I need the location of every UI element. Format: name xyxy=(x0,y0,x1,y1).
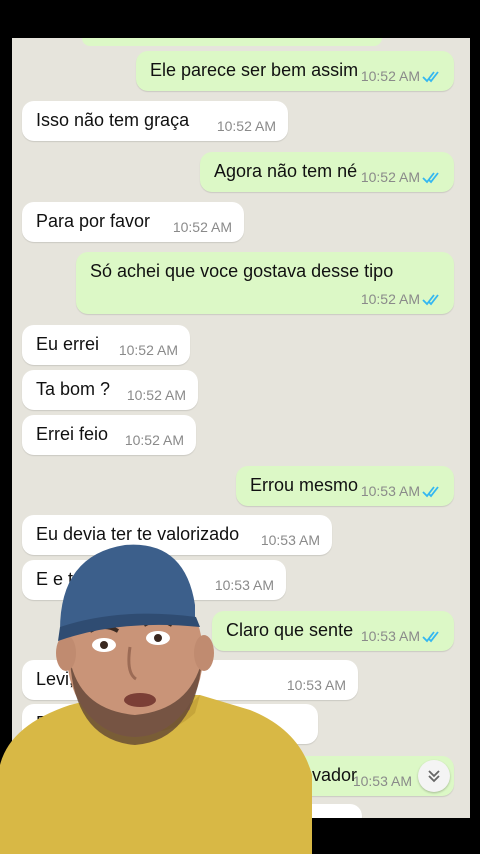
message-bubble-incoming[interactable]: Isso não tem graça 10:52 AM xyxy=(22,101,288,141)
message-bubble-outgoing[interactable]: Só achei que voce gostava desse tipo 10:… xyxy=(76,252,454,314)
message-time: 10:52 AM xyxy=(360,291,420,307)
message-text: Só achei que voce gostava desse tipo xyxy=(90,261,394,281)
double-check-icon xyxy=(422,486,439,498)
message-time: 10:52 AM xyxy=(118,342,178,358)
message-time: 10:52 AM xyxy=(126,387,186,403)
message-bubble-incoming[interactable]: Ta bom ? 10:52 AM xyxy=(22,370,198,410)
message-bubble-outgoing[interactable]: Agora não tem né 10:52 AM xyxy=(200,152,454,192)
message-time: 10:53 AM xyxy=(352,773,412,789)
double-check-icon xyxy=(422,172,439,184)
message-time: 10:52 AM xyxy=(360,169,420,185)
previous-message-edge xyxy=(82,38,382,46)
message-bubble-incoming[interactable]: Eu errei 10:52 AM xyxy=(22,325,190,365)
double-check-icon xyxy=(422,71,439,83)
double-check-icon xyxy=(422,631,439,643)
message-text: Isso não tem graça xyxy=(36,110,190,130)
message-time: 10:52 AM xyxy=(216,118,276,134)
message-time: 10:52 AM xyxy=(124,432,184,448)
message-time: 10:53 AM xyxy=(360,483,420,499)
message-time: 10:52 AM xyxy=(360,68,420,84)
message-text: Agora não tem né xyxy=(214,161,358,181)
message-time: 10:53 AM xyxy=(360,628,420,644)
message-text: Eu errei xyxy=(36,334,100,354)
message-bubble-outgoing[interactable]: Errou mesmo 10:53 AM xyxy=(236,466,454,506)
message-text: Ele parece ser bem assim xyxy=(150,60,359,80)
message-text: Errou mesmo xyxy=(250,475,359,495)
person-overlay-image xyxy=(0,544,312,854)
message-text: Para por favor xyxy=(36,211,151,231)
double-check-icon xyxy=(422,294,439,306)
message-text: Ta bom ? xyxy=(36,379,111,399)
message-time: 10:52 AM xyxy=(172,219,232,235)
scroll-to-bottom-button[interactable] xyxy=(418,760,450,792)
message-bubble-outgoing[interactable]: Ele parece ser bem assim 10:52 AM xyxy=(136,51,454,91)
message-text: Errei feio xyxy=(36,424,109,444)
chevron-double-down-icon xyxy=(428,770,440,783)
message-bubble-incoming[interactable]: Para por favor 10:52 AM xyxy=(22,202,244,242)
message-bubble-incoming[interactable]: Errei feio 10:52 AM xyxy=(22,415,196,455)
